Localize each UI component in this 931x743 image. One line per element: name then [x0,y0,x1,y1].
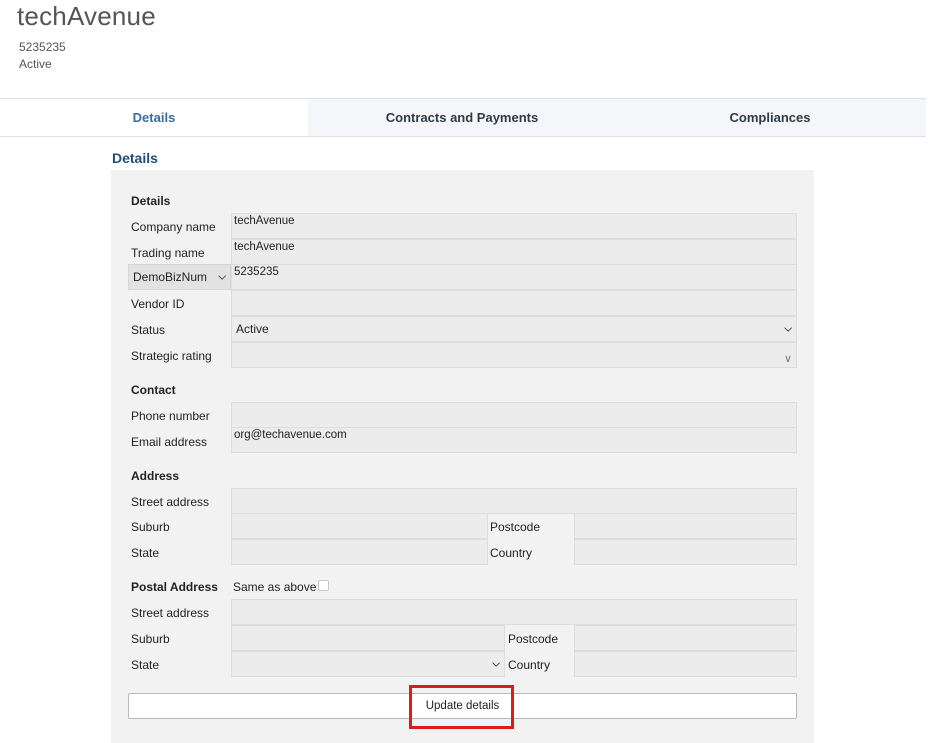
postal-country-label: Country [508,658,551,672]
postcode-field[interactable] [574,513,797,539]
vendor-number: 5235235 [19,40,66,54]
country-label: Country [490,546,533,560]
company-name-value: techAvenue [234,215,295,227]
same-as-above-checkbox[interactable] [318,580,329,591]
postal-state-select[interactable]: ⌵ [231,651,505,677]
phone-number-field[interactable] [231,402,797,428]
street-address-field[interactable] [231,488,797,514]
chevron-down-icon: ∨ [783,353,792,365]
chevron-down-icon: ⌵ [784,323,792,335]
postcode-label: Postcode [490,520,541,534]
details-group-title: Details [131,194,171,208]
email-address-value: org@techavenue.com [234,429,347,441]
state-field[interactable] [231,539,488,565]
postal-street-address-label: Street address [131,606,210,620]
phone-number-label: Phone number [131,409,210,423]
trading-name-field[interactable]: techAvenue [231,239,797,265]
suburb-label: Suburb [131,520,170,534]
email-address-label: Email address [131,435,208,449]
id-type-select[interactable]: DemoBizNum ⌵ [128,264,231,290]
status-select[interactable]: Active ⌵ [231,316,797,342]
vendor-id-label: Vendor ID [131,297,185,311]
strategic-rating-select[interactable]: ∨ [231,342,797,368]
postal-suburb-field[interactable] [231,625,505,651]
section-heading: Details [112,150,158,166]
vendor-title: techAvenue [17,1,156,31]
strategic-rating-label: Strategic rating [131,349,212,363]
chevron-down-icon: ⌵ [492,658,500,670]
vendor-status: Active [19,57,52,71]
company-name-field[interactable]: techAvenue [231,213,797,239]
same-as-above-label: Same as above [233,580,317,594]
street-address-label: Street address [131,495,210,509]
id-number-value: 5235235 [234,266,279,278]
tab-details[interactable]: Details [0,99,308,136]
postal-suburb-label: Suburb [131,632,170,646]
state-label: State [131,546,160,560]
id-type-selected: DemoBizNum [133,270,208,284]
contact-group-title: Contact [131,383,176,397]
tab-contracts-and-payments[interactable]: Contracts and Payments [308,99,616,136]
postal-postcode-field[interactable] [574,625,797,651]
trading-name-value: techAvenue [234,241,295,253]
update-details-button[interactable]: Update details [128,693,797,719]
suburb-field[interactable] [231,513,488,539]
postal-street-address-field[interactable] [231,599,797,625]
tab-compliances[interactable]: Compliances [616,99,924,136]
country-field[interactable] [574,539,797,565]
status-selected: Active [236,322,269,336]
status-label: Status [131,323,166,337]
company-name-label: Company name [131,220,216,234]
address-group-title: Address [131,469,180,483]
chevron-down-icon: ⌵ [218,271,226,283]
vendor-id-field[interactable] [231,290,797,316]
id-number-field[interactable]: 5235235 [231,264,797,290]
postal-state-label: State [131,658,160,672]
postal-address-group-title: Postal Address [131,580,218,594]
postal-postcode-label: Postcode [508,632,559,646]
postal-country-field[interactable] [574,651,797,677]
email-address-field[interactable]: org@techavenue.com [231,427,797,453]
tab-bar: Details Contracts and Payments Complianc… [0,98,926,137]
trading-name-label: Trading name [131,246,205,260]
